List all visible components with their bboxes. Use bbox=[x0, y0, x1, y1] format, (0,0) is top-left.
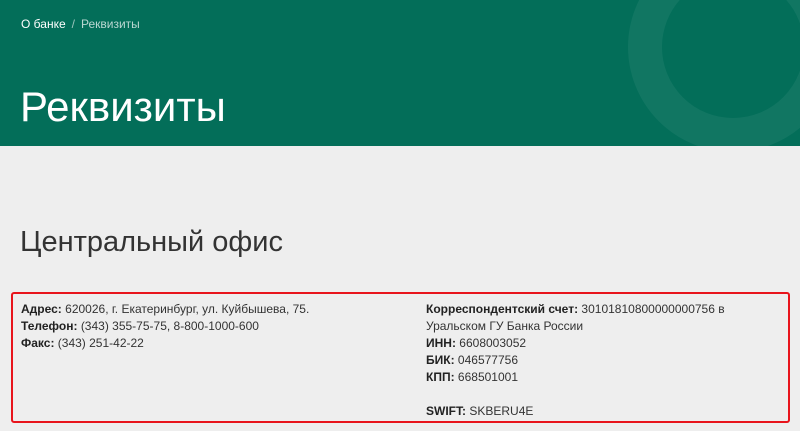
swift-row: SWIFT: SKBERU4E bbox=[426, 403, 786, 420]
section-title: Центральный офис bbox=[20, 226, 283, 258]
bik-row: БИК: 046577756 bbox=[426, 352, 786, 369]
phone-row: Телефон: (343) 355-75-75, 8-800-1000-600 bbox=[21, 318, 411, 335]
requisites-column: Корреспондентский счет: 3010181080000000… bbox=[426, 301, 786, 420]
inn-row: ИНН: 6608003052 bbox=[426, 335, 786, 352]
swift-label: SWIFT: bbox=[426, 404, 466, 418]
logo-decoration-icon bbox=[628, 0, 800, 146]
bik-value: 046577756 bbox=[457, 353, 518, 367]
address-label: Адрес: bbox=[21, 302, 62, 316]
phone-value: (343) 355-75-75, 8-800-1000-600 bbox=[80, 319, 259, 333]
page-title: Реквизиты bbox=[20, 83, 226, 130]
bik-label: БИК: bbox=[426, 353, 455, 367]
kpp-value: 668501001 bbox=[457, 370, 518, 384]
swift-value: SKBERU4E bbox=[469, 404, 534, 418]
address-row: Адрес: 620026, г. Екатеринбург, ул. Куйб… bbox=[21, 301, 411, 318]
breadcrumb-current: Реквизиты bbox=[80, 17, 140, 31]
fax-row: Факс: (343) 251-42-22 bbox=[21, 335, 411, 352]
kpp-label: КПП: bbox=[426, 370, 455, 384]
breadcrumb-link-about-bank[interactable]: О банке bbox=[21, 17, 66, 31]
bank-details-box: Адрес: 620026, г. Екатеринбург, ул. Куйб… bbox=[11, 292, 790, 423]
corr-account-label: Корреспондентский счет: bbox=[426, 302, 579, 316]
corr-account-row: Корреспондентский счет: 3010181080000000… bbox=[426, 301, 786, 335]
inn-label: ИНН: bbox=[426, 336, 456, 350]
inn-value: 6608003052 bbox=[459, 336, 527, 350]
contacts-column: Адрес: 620026, г. Екатеринбург, ул. Куйб… bbox=[21, 301, 411, 352]
phone-label: Телефон: bbox=[21, 319, 78, 333]
fax-label: Факс: bbox=[21, 336, 55, 350]
fax-value: (343) 251-42-22 bbox=[57, 336, 144, 350]
page-header: О банке / Реквизиты Реквизиты bbox=[0, 0, 800, 146]
breadcrumb-separator: / bbox=[71, 17, 75, 31]
breadcrumb: О банке / Реквизиты bbox=[21, 16, 140, 32]
kpp-row: КПП: 668501001 bbox=[426, 369, 786, 386]
address-value: 620026, г. Екатеринбург, ул. Куйбышева, … bbox=[65, 302, 310, 316]
